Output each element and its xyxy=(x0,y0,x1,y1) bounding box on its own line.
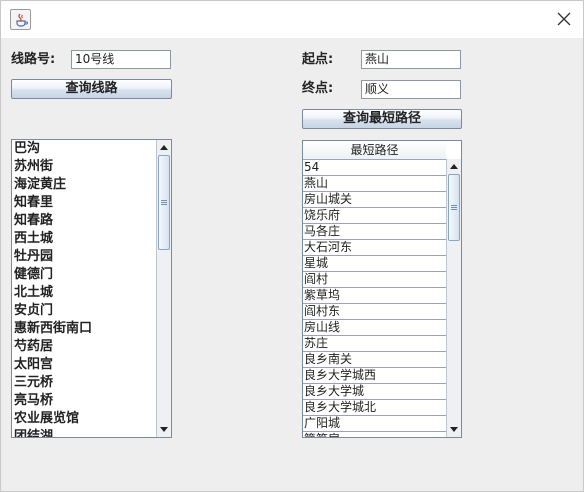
grip-line xyxy=(451,207,457,208)
table-row[interactable]: 星城 xyxy=(303,256,446,272)
shortest-path-table[interactable]: 最短路径 54 燕山 房山城关 饶乐府 马各庄 大石河东 星城 阎村 紫草坞 阎村东 房山线 苏庄 良乡… xyxy=(302,140,462,438)
end-label: 终点: xyxy=(302,81,334,96)
list-item[interactable]: 牡丹园 xyxy=(12,248,171,266)
scroll-thumb[interactable] xyxy=(158,155,170,250)
list-item[interactable]: 知春路 xyxy=(12,212,171,230)
path-table-scrollbar[interactable] xyxy=(446,159,461,437)
table-row[interactable]: 燕山 xyxy=(303,176,446,192)
arrow-up-icon xyxy=(450,164,458,169)
arrow-down-icon xyxy=(450,427,458,432)
list-item[interactable]: 健德门 xyxy=(12,266,171,284)
table-row[interactable]: 饶乐府 xyxy=(303,208,446,224)
scroll-thumb[interactable] xyxy=(448,174,460,241)
table-row[interactable]: 阎村东 xyxy=(303,304,446,320)
list-item[interactable]: 惠新西街南口 xyxy=(12,320,171,338)
scroll-down-button[interactable] xyxy=(157,422,171,437)
table-row[interactable]: 良乡大学城北 xyxy=(303,400,446,416)
start-label: 起点: xyxy=(302,52,334,67)
table-row[interactable]: 房山城关 xyxy=(303,192,446,208)
arrow-down-icon xyxy=(160,427,168,432)
table-row[interactable]: 紫草坞 xyxy=(303,288,446,304)
scroll-down-button[interactable] xyxy=(447,422,461,437)
list-item[interactable]: 太阳宫 xyxy=(12,356,171,374)
station-list-items: 巴沟 苏州街 海淀黄庄 知春里 知春路 西土城 牡丹园 健德门 北土城 安贞门 惠新西街南口 芍药居太… xyxy=(12,140,171,437)
scroll-up-button[interactable] xyxy=(447,159,461,174)
grip-line xyxy=(451,209,457,210)
list-item[interactable]: 知春里 xyxy=(12,194,171,212)
table-row[interactable]: 良乡大学城 xyxy=(303,384,446,400)
list-item[interactable]: 西土城 xyxy=(12,230,171,248)
close-icon xyxy=(557,12,571,26)
table-row[interactable]: 马各庄 xyxy=(303,224,446,240)
table-row[interactable]: 良乡南关 xyxy=(303,352,446,368)
query-shortest-path-button[interactable]: 查询最短路径 xyxy=(302,109,462,129)
list-item[interactable]: 亮马桥 xyxy=(12,392,171,410)
table-row[interactable]: 广阳城 xyxy=(303,416,446,432)
arrow-up-icon xyxy=(160,145,168,150)
close-button[interactable] xyxy=(547,4,581,34)
list-item[interactable]: 海淀黄庄 xyxy=(12,176,171,194)
grip-line xyxy=(161,204,167,205)
application-window: 线路号: 10号线 查询线路 巴沟 苏州街 海淀黄庄 知春里 知春路 西土城 牡丹园 健德门北… xyxy=(0,0,584,492)
grip-line xyxy=(161,200,167,201)
title-bar xyxy=(1,1,583,38)
table-row[interactable]: 苏庄 xyxy=(303,336,446,352)
java-icon[interactable] xyxy=(10,9,31,30)
table-row[interactable]: 篱笆房 xyxy=(303,432,446,437)
table-row[interactable]: 阎村 xyxy=(303,272,446,288)
end-station-input[interactable]: 顺义 xyxy=(361,80,461,99)
scroll-up-button[interactable] xyxy=(157,140,171,155)
list-item[interactable]: 芍药居 xyxy=(12,338,171,356)
table-row[interactable]: 54 xyxy=(303,160,446,176)
table-row[interactable]: 房山线 xyxy=(303,320,446,336)
grip-line xyxy=(161,202,167,203)
list-item[interactable]: 安贞门 xyxy=(12,302,171,320)
table-row[interactable]: 良乡大学城西 xyxy=(303,368,446,384)
table-rows: 54 燕山 房山城关 饶乐府 马各庄 大石河东 星城 阎村 紫草坞 阎村东 房山线 苏庄 良乡南关 良乡大… xyxy=(303,160,446,437)
table-row[interactable]: 大石河东 xyxy=(303,240,446,256)
grip-line xyxy=(451,205,457,206)
line-number-input[interactable]: 10号线 xyxy=(71,50,171,69)
line-number-label: 线路号: xyxy=(11,52,56,67)
list-item[interactable]: 巴沟 xyxy=(12,140,171,158)
table-viewport: 最短路径 54 燕山 房山城关 饶乐府 马各庄 大石河东 星城 阎村 紫草坞 阎村东 房山线 苏庄 良乡… xyxy=(303,141,446,437)
table-header: 最短路径 xyxy=(303,141,446,160)
station-list-scrollbar[interactable] xyxy=(156,140,171,437)
start-station-input[interactable]: 燕山 xyxy=(361,50,461,69)
list-item[interactable]: 团结湖 xyxy=(12,428,171,437)
query-line-button[interactable]: 查询线路 xyxy=(11,79,172,99)
list-item[interactable]: 北土城 xyxy=(12,284,171,302)
list-item[interactable]: 苏州街 xyxy=(12,158,171,176)
station-list[interactable]: 巴沟 苏州街 海淀黄庄 知春里 知春路 西土城 牡丹园 健德门 北土城 安贞门 惠新西街南口 芍药居太… xyxy=(11,139,172,438)
list-item[interactable]: 农业展览馆 xyxy=(12,410,171,428)
list-item[interactable]: 三元桥 xyxy=(12,374,171,392)
